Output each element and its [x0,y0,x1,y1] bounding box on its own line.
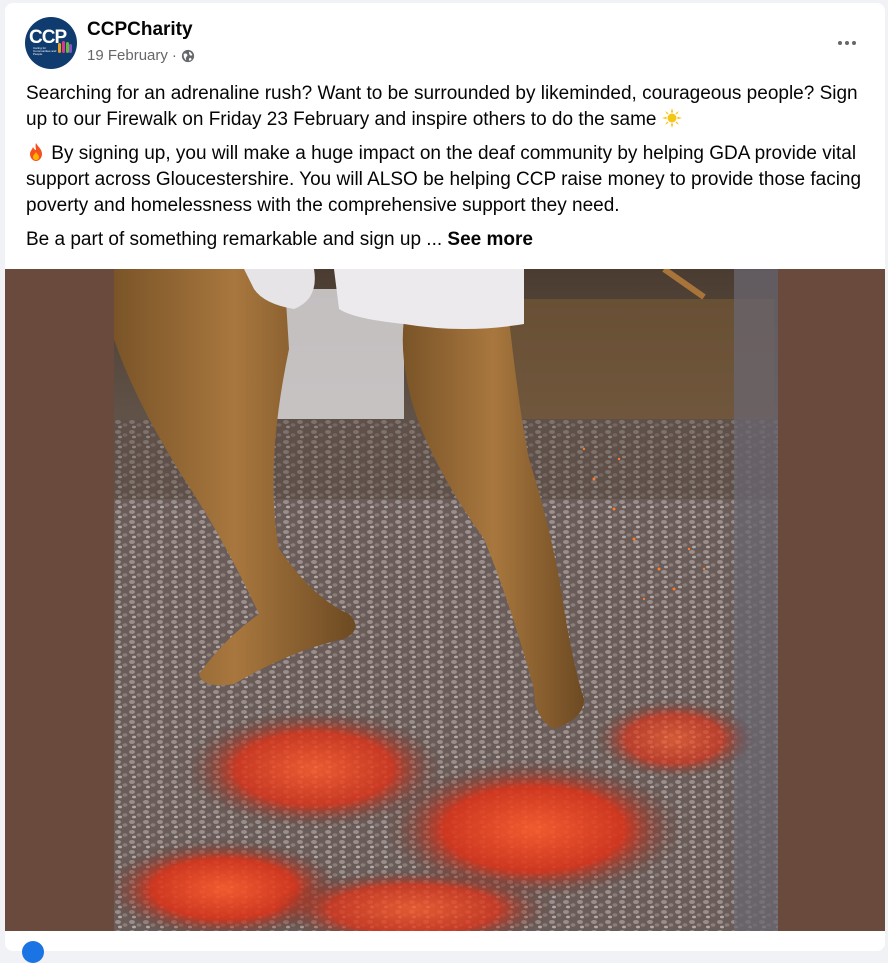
sun-emoji-icon [661,108,682,128]
post-text: Searching for an adrenaline rush? Want t… [26,81,866,261]
post-media[interactable] [5,269,885,931]
paragraph-2: By signing up, you will make a huge impa… [26,141,866,219]
paragraph-3: Be a part of something remarkable and si… [26,227,866,253]
paragraph-3-text: Be a part of something remarkable and si… [26,229,443,250]
paragraph-1-text: Searching for an adrenaline rush? Want t… [26,83,858,130]
page-avatar[interactable]: CCP Caring for Communities and People [25,17,77,69]
avatar-tagline: Caring for Communities and People [33,46,57,56]
firewalk-image [114,269,778,931]
more-options-icon[interactable] [829,25,865,61]
post-meta: 19 February · [87,47,195,64]
post-footer [5,931,885,951]
post-header: CCP Caring for Communities and People CC… [25,17,865,69]
reaction-icon[interactable] [22,941,44,963]
paragraph-2-text: By signing up, you will make a huge impa… [26,143,862,216]
fire-emoji-icon [30,143,42,161]
paragraph-1: Searching for an adrenaline rush? Want t… [26,81,866,133]
people-logo-icon [58,41,72,53]
page-name[interactable]: CCPCharity [87,19,193,41]
see-more-link[interactable]: See more [447,229,533,250]
globe-icon [181,49,194,62]
facebook-post: CCP Caring for Communities and People CC… [5,3,885,951]
meta-separator: · [171,47,177,64]
firewalk-photo[interactable] [114,269,778,931]
post-date[interactable]: 19 February [87,47,168,64]
